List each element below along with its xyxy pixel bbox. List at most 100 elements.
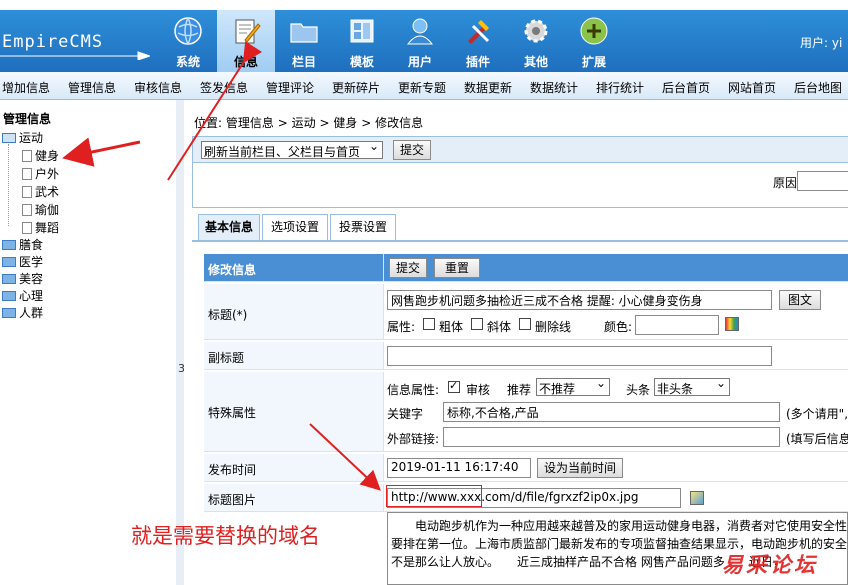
nav-extend[interactable]: 扩展 — [565, 10, 623, 72]
italic-label: 斜体 — [487, 320, 512, 334]
annotation-note: 就是需要替换的域名 — [131, 524, 320, 548]
menu-update-topics[interactable]: 更新专题 — [398, 79, 446, 96]
recommend-label: 推荐 — [507, 383, 532, 397]
refresh-select[interactable]: 刷新当前栏目、父栏目与首页 — [201, 141, 383, 159]
title-pic-button[interactable]: 图文 — [779, 290, 821, 310]
content-line: 电动跑步机作为一种应用越来越普及的家用运动健身电器，消费者对它使用安全性的 — [391, 519, 848, 533]
tab-options[interactable]: 选项设置 — [262, 214, 328, 240]
tree-node-label: 健身 — [35, 149, 60, 163]
form-header-label: 修改信息 — [208, 263, 257, 277]
form-reset-button[interactable]: 重置 — [434, 258, 480, 278]
set-current-time-button[interactable]: 设为当前时间 — [537, 458, 623, 478]
tree-node-yoga[interactable]: 瑜伽 — [22, 201, 59, 218]
subtitle-label-cell: 副标题 — [204, 342, 384, 369]
nav-column[interactable]: 栏目 — [275, 10, 333, 72]
reason-input[interactable] — [797, 171, 848, 191]
tree-node-medicine[interactable]: 医学 — [2, 253, 43, 270]
keyword-input[interactable]: 标称,不合格,产品 — [443, 402, 780, 422]
breadcrumb-prefix: 位置: — [194, 116, 223, 130]
nav-system[interactable]: 系统 — [159, 10, 217, 72]
menu-admin-map[interactable]: 后台地图 — [794, 79, 842, 96]
tree-node-martial-arts[interactable]: 武术 — [22, 183, 59, 200]
menu-sign-info[interactable]: 签发信息 — [200, 79, 248, 96]
menu-manage-info[interactable]: 管理信息 — [68, 79, 116, 96]
tab-basic-info[interactable]: 基本信息 — [198, 214, 260, 240]
breadcrumb-manage-info[interactable]: 管理信息 — [226, 116, 274, 130]
title-row: 标题(*) 网售跑步机问题多抽检近三成不合格 提醒: 小心健身变伤身 图文 属性… — [204, 284, 848, 340]
checked-label: 审核 — [466, 383, 491, 397]
tree-node-label: 武术 — [35, 185, 60, 199]
tree-node-fitness[interactable]: 健身 — [22, 147, 59, 164]
menu-site-home[interactable]: 网站首页 — [728, 79, 776, 96]
tree-node-diet[interactable]: 膳食 — [2, 236, 43, 253]
checked-checkbox[interactable] — [448, 379, 460, 393]
time-label: 发布时间 — [208, 463, 257, 477]
nav-other[interactable]: 其他 — [507, 10, 565, 72]
menu-update-fragments[interactable]: 更新碎片 — [332, 79, 380, 96]
tree-node-beauty[interactable]: 美容 — [2, 270, 43, 287]
menu-data-stats[interactable]: 数据统计 — [530, 79, 578, 96]
sub-menu-bar: 增加信息 管理信息 审核信息 签发信息 管理评论 更新碎片 更新专题 数据更新 … — [0, 72, 848, 100]
nav-plugin[interactable]: 插件 — [449, 10, 507, 72]
folder-icon — [2, 240, 16, 250]
menu-add-info[interactable]: 增加信息 — [2, 79, 50, 96]
headline-select[interactable]: 非头条 — [654, 378, 730, 396]
panel-splitter[interactable] — [176, 100, 184, 585]
titlepic-label: 标题图片 — [208, 493, 257, 507]
tree-node-people[interactable]: 人群 — [2, 304, 43, 321]
subtitle-label: 副标题 — [208, 351, 245, 365]
nav-user[interactable]: 用户 — [391, 10, 449, 72]
strike-checkbox[interactable] — [519, 318, 531, 330]
nav-label: 信息 — [233, 55, 258, 69]
title-label: 标题(*) — [208, 308, 248, 322]
color-picker-icon[interactable] — [725, 317, 739, 331]
subtitle-input[interactable] — [387, 346, 772, 366]
main-content: 位置: 管理信息 > 运动 > 健身 > 修改信息 刷新当前栏目、父栏目与首页 … — [184, 100, 848, 585]
toolbox-submit-button[interactable]: 提交 — [393, 140, 431, 160]
breadcrumb-sports[interactable]: 运动 — [292, 116, 316, 130]
plus-circle-icon — [580, 17, 608, 45]
document-icon — [22, 222, 32, 234]
external-link-input[interactable] — [443, 427, 780, 447]
title-input[interactable]: 网售跑步机问题多抽检近三成不合格 提醒: 小心健身变伤身 — [387, 290, 772, 310]
external-link-label: 外部链接: — [387, 432, 440, 446]
nav-template[interactable]: 模板 — [333, 10, 391, 72]
color-input[interactable] — [635, 315, 719, 335]
bold-checkbox[interactable] — [423, 318, 435, 330]
form-header-row: 修改信息 提交 重置 — [204, 254, 848, 282]
tree-node-dance[interactable]: 舞蹈 — [22, 219, 59, 236]
subtitle-row: 副标题 — [204, 342, 848, 370]
bold-label: 粗体 — [439, 320, 464, 334]
nav-label: 其他 — [523, 55, 548, 69]
keyword-hint: (多个请用"," — [786, 407, 848, 421]
recommend-select[interactable]: 不推荐 — [536, 378, 610, 396]
tree-node-label: 医学 — [19, 255, 44, 269]
gear-icon — [524, 19, 548, 43]
nav-label: 用户 — [407, 55, 432, 69]
menu-data-update[interactable]: 数据更新 — [464, 79, 512, 96]
nav-info[interactable]: 信息 — [217, 10, 275, 72]
menu-rank-stats[interactable]: 排行统计 — [596, 79, 644, 96]
special-attrs-row: 特殊属性 信息属性: 审核 推荐 不推荐 头条 非头条 关键字 标称,不合格,产… — [204, 372, 848, 452]
document-icon — [22, 150, 32, 162]
breadcrumb-fitness[interactable]: 健身 — [333, 116, 357, 130]
image-select-icon[interactable] — [690, 491, 704, 505]
external-link-hint: (填写后信息 — [786, 432, 848, 446]
menu-admin-home[interactable]: 后台首页 — [662, 79, 710, 96]
globe-icon — [174, 17, 202, 45]
menu-review-info[interactable]: 审核信息 — [134, 79, 182, 96]
special-label: 特殊属性 — [208, 406, 257, 420]
special-label-cell: 特殊属性 — [204, 372, 384, 451]
italic-checkbox[interactable] — [471, 318, 483, 330]
info-attr-label: 信息属性: — [387, 383, 440, 397]
nav-label: 栏目 — [291, 55, 316, 69]
folder-icon — [290, 23, 318, 43]
tab-vote[interactable]: 投票设置 — [330, 214, 396, 240]
form-submit-button[interactable]: 提交 — [389, 258, 427, 278]
tree-node-psychology[interactable]: 心理 — [2, 287, 43, 304]
tree-node-sports[interactable]: 运动 — [2, 129, 43, 146]
tree-node-outdoor[interactable]: 户外 — [22, 165, 59, 182]
tree-line — [8, 144, 9, 226]
publish-time-input[interactable]: 2019-01-11 16:17:40 — [387, 458, 531, 478]
menu-manage-comments[interactable]: 管理评论 — [266, 79, 314, 96]
